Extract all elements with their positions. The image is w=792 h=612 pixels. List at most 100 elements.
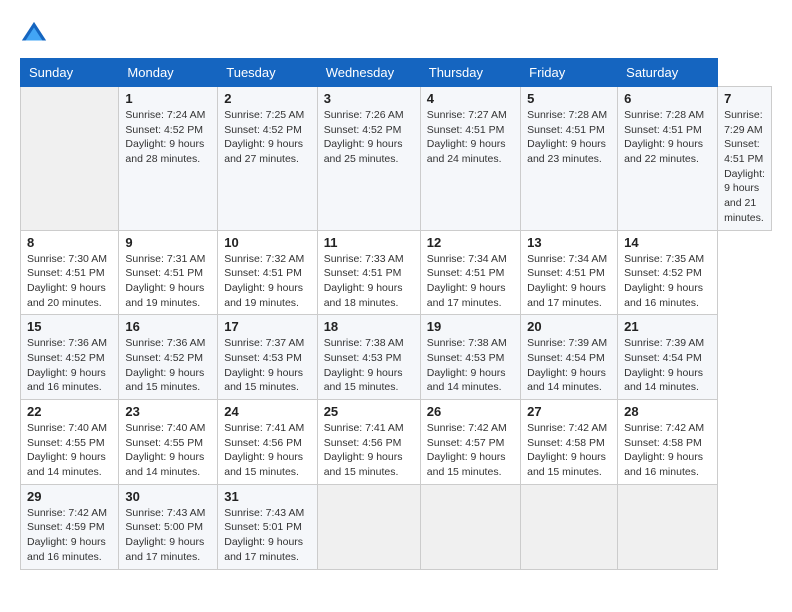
day-number: 29 <box>27 489 112 504</box>
day-cell <box>420 484 520 569</box>
day-cell: 19 Sunrise: 7:38 AMSunset: 4:53 PMDaylig… <box>420 315 520 400</box>
day-number: 17 <box>224 319 310 334</box>
day-cell: 16 Sunrise: 7:36 AMSunset: 4:52 PMDaylig… <box>119 315 218 400</box>
day-cell: 6 Sunrise: 7:28 AMSunset: 4:51 PMDayligh… <box>618 87 718 231</box>
day-info: Sunrise: 7:29 AMSunset: 4:51 PMDaylight:… <box>724 109 765 224</box>
days-header-row: SundayMondayTuesdayWednesdayThursdayFrid… <box>21 59 772 87</box>
day-cell: 4 Sunrise: 7:27 AMSunset: 4:51 PMDayligh… <box>420 87 520 231</box>
day-number: 9 <box>125 235 211 250</box>
day-number: 27 <box>527 404 611 419</box>
day-info: Sunrise: 7:41 AMSunset: 4:56 PMDaylight:… <box>224 422 304 478</box>
week-row-4: 22 Sunrise: 7:40 AMSunset: 4:55 PMDaylig… <box>21 400 772 485</box>
day-cell: 5 Sunrise: 7:28 AMSunset: 4:51 PMDayligh… <box>521 87 618 231</box>
day-info: Sunrise: 7:42 AMSunset: 4:57 PMDaylight:… <box>427 422 507 478</box>
day-cell: 1 Sunrise: 7:24 AMSunset: 4:52 PMDayligh… <box>119 87 218 231</box>
day-number: 28 <box>624 404 711 419</box>
day-cell: 12 Sunrise: 7:34 AMSunset: 4:51 PMDaylig… <box>420 230 520 315</box>
day-number: 21 <box>624 319 711 334</box>
day-cell: 15 Sunrise: 7:36 AMSunset: 4:52 PMDaylig… <box>21 315 119 400</box>
day-cell: 2 Sunrise: 7:25 AMSunset: 4:52 PMDayligh… <box>218 87 317 231</box>
day-info: Sunrise: 7:34 AMSunset: 4:51 PMDaylight:… <box>527 253 607 309</box>
day-cell: 17 Sunrise: 7:37 AMSunset: 4:53 PMDaylig… <box>218 315 317 400</box>
day-cell <box>317 484 420 569</box>
day-info: Sunrise: 7:38 AMSunset: 4:53 PMDaylight:… <box>324 337 404 393</box>
day-cell: 14 Sunrise: 7:35 AMSunset: 4:52 PMDaylig… <box>618 230 718 315</box>
day-info: Sunrise: 7:40 AMSunset: 4:55 PMDaylight:… <box>27 422 107 478</box>
day-number: 10 <box>224 235 310 250</box>
day-info: Sunrise: 7:24 AMSunset: 4:52 PMDaylight:… <box>125 109 205 165</box>
day-number: 7 <box>724 91 765 106</box>
day-cell: 9 Sunrise: 7:31 AMSunset: 4:51 PMDayligh… <box>119 230 218 315</box>
day-cell <box>521 484 618 569</box>
empty-cell <box>21 87 119 231</box>
day-cell: 3 Sunrise: 7:26 AMSunset: 4:52 PMDayligh… <box>317 87 420 231</box>
day-number: 22 <box>27 404 112 419</box>
day-cell: 13 Sunrise: 7:34 AMSunset: 4:51 PMDaylig… <box>521 230 618 315</box>
day-info: Sunrise: 7:42 AMSunset: 4:58 PMDaylight:… <box>527 422 607 478</box>
day-cell: 29 Sunrise: 7:42 AMSunset: 4:59 PMDaylig… <box>21 484 119 569</box>
day-info: Sunrise: 7:37 AMSunset: 4:53 PMDaylight:… <box>224 337 304 393</box>
day-info: Sunrise: 7:30 AMSunset: 4:51 PMDaylight:… <box>27 253 107 309</box>
day-info: Sunrise: 7:40 AMSunset: 4:55 PMDaylight:… <box>125 422 205 478</box>
day-cell: 20 Sunrise: 7:39 AMSunset: 4:54 PMDaylig… <box>521 315 618 400</box>
day-info: Sunrise: 7:28 AMSunset: 4:51 PMDaylight:… <box>527 109 607 165</box>
day-number: 8 <box>27 235 112 250</box>
day-header-thursday: Thursday <box>420 59 520 87</box>
day-number: 6 <box>624 91 711 106</box>
day-header-sunday: Sunday <box>21 59 119 87</box>
day-cell: 8 Sunrise: 7:30 AMSunset: 4:51 PMDayligh… <box>21 230 119 315</box>
day-number: 20 <box>527 319 611 334</box>
logo <box>20 20 52 48</box>
day-number: 12 <box>427 235 514 250</box>
day-header-friday: Friday <box>521 59 618 87</box>
day-cell: 27 Sunrise: 7:42 AMSunset: 4:58 PMDaylig… <box>521 400 618 485</box>
day-info: Sunrise: 7:38 AMSunset: 4:53 PMDaylight:… <box>427 337 507 393</box>
day-cell: 23 Sunrise: 7:40 AMSunset: 4:55 PMDaylig… <box>119 400 218 485</box>
day-info: Sunrise: 7:31 AMSunset: 4:51 PMDaylight:… <box>125 253 205 309</box>
day-info: Sunrise: 7:36 AMSunset: 4:52 PMDaylight:… <box>125 337 205 393</box>
day-number: 24 <box>224 404 310 419</box>
week-row-5: 29 Sunrise: 7:42 AMSunset: 4:59 PMDaylig… <box>21 484 772 569</box>
day-info: Sunrise: 7:39 AMSunset: 4:54 PMDaylight:… <box>527 337 607 393</box>
day-header-wednesday: Wednesday <box>317 59 420 87</box>
day-cell: 26 Sunrise: 7:42 AMSunset: 4:57 PMDaylig… <box>420 400 520 485</box>
day-info: Sunrise: 7:42 AMSunset: 4:59 PMDaylight:… <box>27 507 107 563</box>
day-number: 18 <box>324 319 414 334</box>
day-cell: 10 Sunrise: 7:32 AMSunset: 4:51 PMDaylig… <box>218 230 317 315</box>
day-number: 1 <box>125 91 211 106</box>
header <box>20 20 772 48</box>
day-cell: 22 Sunrise: 7:40 AMSunset: 4:55 PMDaylig… <box>21 400 119 485</box>
week-row-1: 1 Sunrise: 7:24 AMSunset: 4:52 PMDayligh… <box>21 87 772 231</box>
day-number: 25 <box>324 404 414 419</box>
day-number: 2 <box>224 91 310 106</box>
day-number: 5 <box>527 91 611 106</box>
day-number: 4 <box>427 91 514 106</box>
day-cell: 30 Sunrise: 7:43 AMSunset: 5:00 PMDaylig… <box>119 484 218 569</box>
day-info: Sunrise: 7:35 AMSunset: 4:52 PMDaylight:… <box>624 253 704 309</box>
day-number: 30 <box>125 489 211 504</box>
day-cell: 31 Sunrise: 7:43 AMSunset: 5:01 PMDaylig… <box>218 484 317 569</box>
day-header-tuesday: Tuesday <box>218 59 317 87</box>
day-cell <box>618 484 718 569</box>
day-number: 16 <box>125 319 211 334</box>
day-cell: 28 Sunrise: 7:42 AMSunset: 4:58 PMDaylig… <box>618 400 718 485</box>
day-info: Sunrise: 7:32 AMSunset: 4:51 PMDaylight:… <box>224 253 304 309</box>
day-cell: 25 Sunrise: 7:41 AMSunset: 4:56 PMDaylig… <box>317 400 420 485</box>
day-info: Sunrise: 7:42 AMSunset: 4:58 PMDaylight:… <box>624 422 704 478</box>
day-number: 11 <box>324 235 414 250</box>
day-number: 15 <box>27 319 112 334</box>
day-cell: 21 Sunrise: 7:39 AMSunset: 4:54 PMDaylig… <box>618 315 718 400</box>
day-number: 3 <box>324 91 414 106</box>
logo-icon <box>20 20 48 48</box>
week-row-2: 8 Sunrise: 7:30 AMSunset: 4:51 PMDayligh… <box>21 230 772 315</box>
day-number: 31 <box>224 489 310 504</box>
day-info: Sunrise: 7:27 AMSunset: 4:51 PMDaylight:… <box>427 109 507 165</box>
day-cell: 24 Sunrise: 7:41 AMSunset: 4:56 PMDaylig… <box>218 400 317 485</box>
day-info: Sunrise: 7:33 AMSunset: 4:51 PMDaylight:… <box>324 253 404 309</box>
day-header-monday: Monday <box>119 59 218 87</box>
day-info: Sunrise: 7:41 AMSunset: 4:56 PMDaylight:… <box>324 422 404 478</box>
day-number: 14 <box>624 235 711 250</box>
day-cell: 7 Sunrise: 7:29 AMSunset: 4:51 PMDayligh… <box>718 87 772 231</box>
week-row-3: 15 Sunrise: 7:36 AMSunset: 4:52 PMDaylig… <box>21 315 772 400</box>
day-info: Sunrise: 7:34 AMSunset: 4:51 PMDaylight:… <box>427 253 507 309</box>
